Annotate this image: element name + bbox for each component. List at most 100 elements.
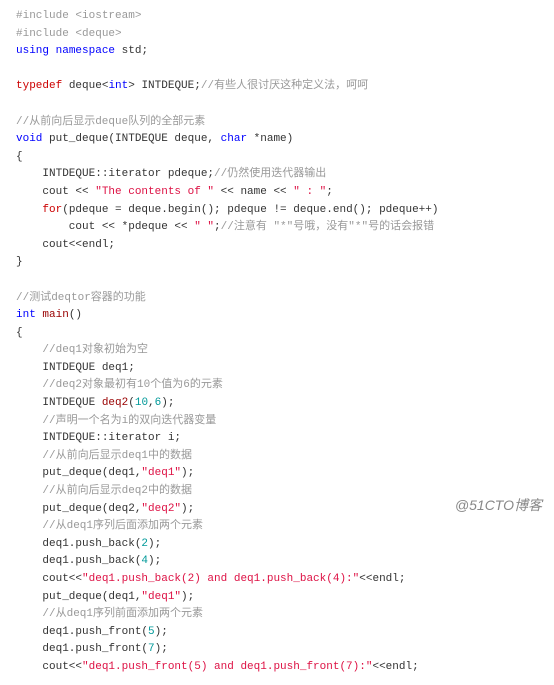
code-token: deque< bbox=[62, 80, 108, 92]
code-token: "deq1" bbox=[141, 467, 181, 479]
code-line: using namespace std; bbox=[16, 43, 538, 61]
code-line: deq1.push_back(2); bbox=[16, 536, 538, 554]
code-token: put_deque(INTDEQUE deque, bbox=[42, 133, 220, 145]
code-token: //测试deqtor容器的功能 bbox=[16, 292, 146, 304]
code-token: { bbox=[16, 327, 23, 339]
code-token: ); bbox=[148, 555, 161, 567]
code-token: INTDEQUE::iterator pdeque; bbox=[16, 168, 214, 180]
code-token bbox=[49, 45, 56, 57]
code-token: "deq1.push_front(5) and deq1.push_front(… bbox=[82, 661, 372, 673]
code-token: { bbox=[16, 151, 23, 163]
code-token: ); bbox=[155, 643, 168, 655]
code-token: "deq2" bbox=[141, 503, 181, 515]
code-line: cout << "The contents of " << name << " … bbox=[16, 184, 538, 202]
code-token: ); bbox=[181, 467, 194, 479]
code-line: { bbox=[16, 325, 538, 343]
code-token: //仍然使用迭代器输出 bbox=[214, 168, 326, 180]
code-line bbox=[16, 61, 538, 79]
code-token: //声明一个名为i的双向迭代器变量 bbox=[42, 415, 216, 427]
code-token: *name) bbox=[247, 133, 293, 145]
code-line: //从前向后显示deq1中的数据 bbox=[16, 448, 538, 466]
code-line: { bbox=[16, 149, 538, 167]
code-token: int bbox=[16, 309, 36, 321]
code-token: for bbox=[42, 204, 62, 216]
watermark-text: @51CTO博客 bbox=[455, 494, 542, 516]
code-line: } bbox=[16, 254, 538, 272]
code-token: put_deque(deq1, bbox=[16, 467, 141, 479]
code-line: INTDEQUE::iterator i; bbox=[16, 430, 538, 448]
code-token: INTDEQUE deq1; bbox=[16, 362, 135, 374]
code-token: cout<<endl; bbox=[16, 239, 115, 251]
code-line: //deq2对象最初有10个值为6的元素 bbox=[16, 377, 538, 395]
code-block: #include <iostream> #include <deque> using… bbox=[16, 8, 538, 677]
code-token bbox=[16, 450, 42, 462]
code-token: cout << bbox=[16, 186, 95, 198]
code-line: int main() bbox=[16, 307, 538, 325]
code-token bbox=[16, 379, 42, 391]
code-line: INTDEQUE deq2(10,6); bbox=[16, 395, 538, 413]
code-token: > INTDEQUE; bbox=[128, 80, 201, 92]
code-line bbox=[16, 96, 538, 114]
code-token bbox=[16, 520, 42, 532]
code-token: INTDEQUE bbox=[16, 397, 102, 409]
code-token: "deq1" bbox=[141, 591, 181, 603]
code-token: put_deque(deq1, bbox=[16, 591, 141, 603]
code-token: deq1.push_front( bbox=[16, 626, 148, 638]
code-token bbox=[16, 608, 42, 620]
code-line: cout<<endl; bbox=[16, 237, 538, 255]
code-token: //deq1对象初始为空 bbox=[42, 344, 148, 356]
code-line: #include <deque> bbox=[16, 26, 538, 44]
code-token: "deq1.push_back(2) and deq1.push_back(4)… bbox=[82, 573, 359, 585]
code-token: deq1.push_back( bbox=[16, 555, 141, 567]
code-token: <<endl; bbox=[359, 573, 405, 585]
code-token: << name << bbox=[214, 186, 293, 198]
code-token: deq1.push_front( bbox=[16, 643, 148, 655]
code-token bbox=[16, 204, 42, 216]
code-token: "The contents of " bbox=[95, 186, 214, 198]
code-line: put_deque(deq1,"deq1"); bbox=[16, 465, 538, 483]
code-line: deq1.push_front(7); bbox=[16, 641, 538, 659]
code-token: cout<< bbox=[16, 573, 82, 585]
code-token: std; bbox=[115, 45, 148, 57]
code-token bbox=[16, 485, 42, 497]
code-token: ; bbox=[326, 186, 333, 198]
code-line: //测试deqtor容器的功能 bbox=[16, 290, 538, 308]
code-line: cout<<"deq1.push_back(2) and deq1.push_b… bbox=[16, 571, 538, 589]
code-token bbox=[16, 415, 42, 427]
code-token: typedef bbox=[16, 80, 62, 92]
code-token: ); bbox=[181, 503, 194, 515]
code-token: //有些人很讨厌这种定义法，呵呵 bbox=[201, 80, 368, 92]
code-token: #include <iostream> bbox=[16, 10, 141, 22]
code-token: 10 bbox=[135, 397, 148, 409]
code-line: INTDEQUE deq1; bbox=[16, 360, 538, 378]
code-token: char bbox=[221, 133, 247, 145]
code-line: INTDEQUE::iterator pdeque;//仍然使用迭代器输出 bbox=[16, 166, 538, 184]
code-token: } bbox=[16, 256, 23, 268]
code-line: void put_deque(INTDEQUE deque, char *nam… bbox=[16, 131, 538, 149]
code-token: ); bbox=[161, 397, 174, 409]
code-token: ); bbox=[148, 538, 161, 550]
code-token: //从前向后显示deque队列的全部元素 bbox=[16, 116, 205, 128]
code-token: " : " bbox=[293, 186, 326, 198]
code-token: put_deque(deq2, bbox=[16, 503, 141, 515]
code-token: ); bbox=[155, 626, 168, 638]
code-token: int bbox=[108, 80, 128, 92]
code-token: //从deq1序列后面添加两个元素 bbox=[42, 520, 203, 532]
code-token: () bbox=[69, 309, 82, 321]
code-line: //从前向后显示deque队列的全部元素 bbox=[16, 114, 538, 132]
code-token: 7 bbox=[148, 643, 155, 655]
code-token: ; bbox=[214, 221, 221, 233]
code-token: ( bbox=[128, 397, 135, 409]
code-line: typedef deque<int> INTDEQUE;//有些人很讨厌这种定义… bbox=[16, 78, 538, 96]
code-token: //从前向后显示deq2中的数据 bbox=[42, 485, 192, 497]
code-token: #include <deque> bbox=[16, 28, 122, 40]
code-token: deq2 bbox=[102, 397, 128, 409]
code-token: cout << *pdeque << bbox=[16, 221, 194, 233]
code-token: deq1.push_back( bbox=[16, 538, 141, 550]
code-token: <<endl; bbox=[372, 661, 418, 673]
code-token: (pdeque = deque.begin(); pdeque != deque… bbox=[62, 204, 438, 216]
code-token: namespace bbox=[56, 45, 115, 57]
code-token: 5 bbox=[148, 626, 155, 638]
code-line: //从deq1序列后面添加两个元素 bbox=[16, 518, 538, 536]
code-token: //注意有 "*"号哦，没有"*"号的话会报错 bbox=[221, 221, 434, 233]
